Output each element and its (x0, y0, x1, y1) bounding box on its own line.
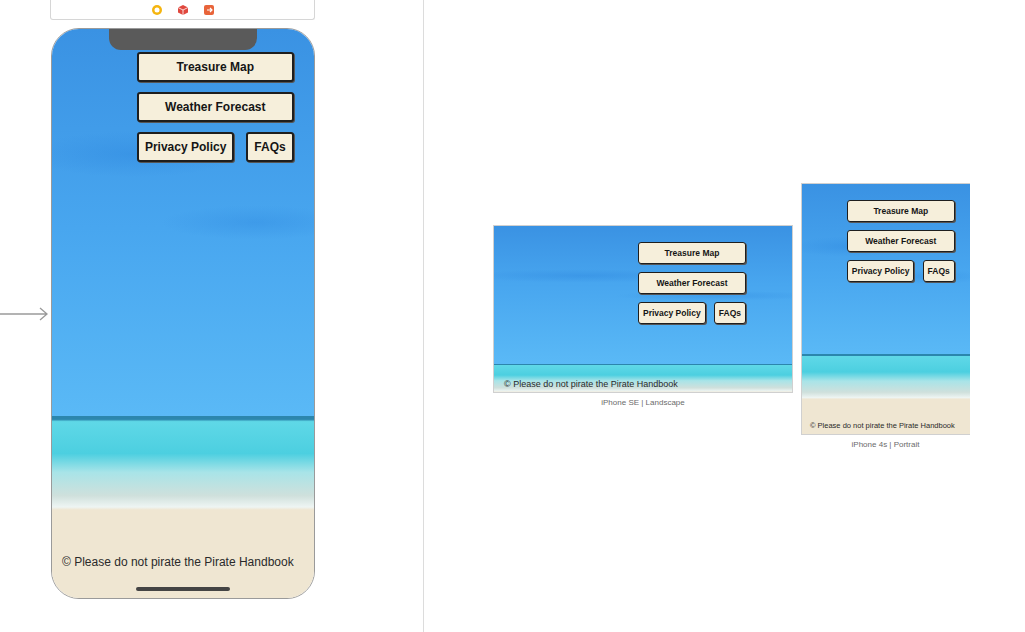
notch (109, 29, 257, 50)
first-responder-icon[interactable] (177, 4, 189, 16)
button-row: Treasure Map (847, 200, 955, 222)
device-preview: Treasure Map Weather Forecast Privacy Poli… (493, 225, 793, 407)
main-canvas: Treasure Map Weather Forecast Privacy Poli… (0, 0, 424, 632)
sign-button[interactable]: Treasure Map (847, 200, 955, 222)
sign-button[interactable]: Weather Forecast (137, 92, 294, 122)
preview-screen: Treasure Map Weather Forecast Privacy Poli… (493, 225, 793, 393)
preview-label: iPhone SE | Landscape (601, 398, 684, 407)
storyboard-canvas: Treasure Map Weather Forecast Privacy Poli… (0, 0, 1025, 632)
scene-row: Treasure Map Weather Forecast Privacy Poli… (0, 28, 423, 599)
button-stack: Treasure Map Weather Forecast Privacy Poli… (638, 242, 746, 324)
button-row: Weather Forecast (847, 230, 955, 252)
sign-button[interactable]: Privacy Policy (847, 260, 915, 282)
button-row: Weather Forecast (137, 92, 294, 122)
entry-point[interactable] (0, 307, 51, 321)
sign-button[interactable]: FAQs (923, 260, 955, 282)
sign-button[interactable]: FAQs (714, 302, 746, 324)
device-preview: Treasure Map Weather Forecast Privacy Poli… (801, 183, 970, 449)
preview-label: iPhone 4s | Portrait (852, 440, 920, 449)
entry-arrow-icon[interactable] (0, 307, 50, 321)
preview-pane: Treasure Map Weather Forecast Privacy Poli… (424, 0, 1025, 632)
sign-button[interactable]: Weather Forecast (847, 230, 955, 252)
sign-button[interactable]: FAQs (246, 132, 293, 162)
scene-dock (50, 0, 315, 20)
view-controller-icon[interactable] (151, 4, 163, 16)
button-row: Privacy Policy FAQs (638, 302, 746, 324)
sign-button[interactable]: Treasure Map (638, 242, 746, 264)
button-stack: Treasure Map Weather Forecast Privacy Poli… (847, 200, 955, 282)
scene-view: Treasure Map Weather Forecast Privacy Poli… (52, 29, 315, 598)
button-stack: Treasure Map Weather Forecast Privacy Poli… (137, 52, 294, 162)
button-row: Treasure Map (638, 242, 746, 264)
copyright-footer: © Please do not pirate the Pirate Handbo… (62, 555, 294, 569)
sign-button[interactable]: Weather Forecast (638, 272, 746, 294)
sign-button[interactable]: Treasure Map (137, 52, 294, 82)
copyright-footer: © Please do not pirate the Pirate Handbo… (504, 379, 746, 389)
button-row: Weather Forecast (638, 272, 746, 294)
sign-button[interactable]: Privacy Policy (137, 132, 234, 162)
home-indicator (136, 587, 230, 591)
sign-button[interactable]: Privacy Policy (638, 302, 706, 324)
scene-view: Treasure Map Weather Forecast Privacy Poli… (494, 226, 792, 392)
button-row: Treasure Map (137, 52, 294, 82)
button-row: Privacy Policy FAQs (847, 260, 955, 282)
preview-screen: Treasure Map Weather Forecast Privacy Poli… (801, 183, 970, 435)
button-row: Privacy Policy FAQs (137, 132, 294, 162)
exit-icon[interactable] (203, 4, 215, 16)
copyright-footer: © Please do not pirate the Pirate Handbo… (810, 421, 955, 430)
iphone-frame: Treasure Map Weather Forecast Privacy Poli… (51, 28, 315, 599)
scene-view: Treasure Map Weather Forecast Privacy Poli… (802, 184, 970, 434)
